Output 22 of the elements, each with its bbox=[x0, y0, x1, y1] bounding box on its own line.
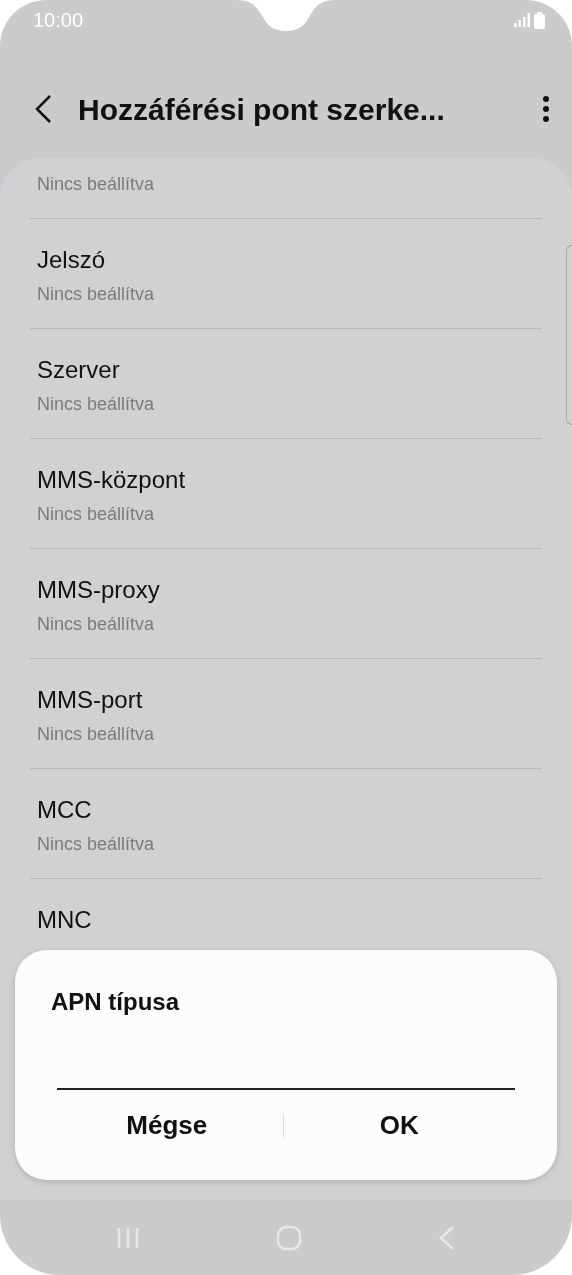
setting-title[interactable]: Szerver bbox=[37, 351, 535, 389]
setting-value: Nincs beállítva bbox=[37, 833, 156, 856]
back-icon[interactable] bbox=[34, 94, 54, 124]
battery-icon bbox=[534, 11, 545, 29]
setting-value: Nincs beállítva bbox=[37, 173, 156, 196]
setting-value: Nincs beállítva bbox=[37, 283, 156, 306]
setting-title[interactable]: MCC bbox=[37, 791, 535, 829]
setting-value: Nincs beállítva bbox=[37, 723, 156, 746]
setting-title[interactable]: MMS-port bbox=[37, 681, 535, 719]
more-options-icon[interactable] bbox=[542, 96, 550, 122]
setting-title[interactable]: MMS-proxy bbox=[37, 571, 535, 609]
setting-value: Nincs beállítva bbox=[37, 613, 156, 636]
setting-title[interactable]: Jelszó bbox=[37, 241, 535, 279]
dialog-title: APN típusa bbox=[51, 987, 181, 1017]
setting-value: Nincs beállítva bbox=[37, 393, 156, 416]
page-title: Hozzáférési pont szerke... bbox=[78, 91, 446, 128]
setting-title[interactable]: MMS-központ bbox=[37, 461, 535, 499]
ok-button[interactable]: OK bbox=[355, 1098, 443, 1153]
setting-value: Nincs beállítva bbox=[37, 503, 156, 526]
signal-icon bbox=[514, 13, 530, 27]
setting-title[interactable]: MNC bbox=[37, 901, 535, 939]
cancel-button[interactable]: Mégse bbox=[102, 1098, 232, 1153]
